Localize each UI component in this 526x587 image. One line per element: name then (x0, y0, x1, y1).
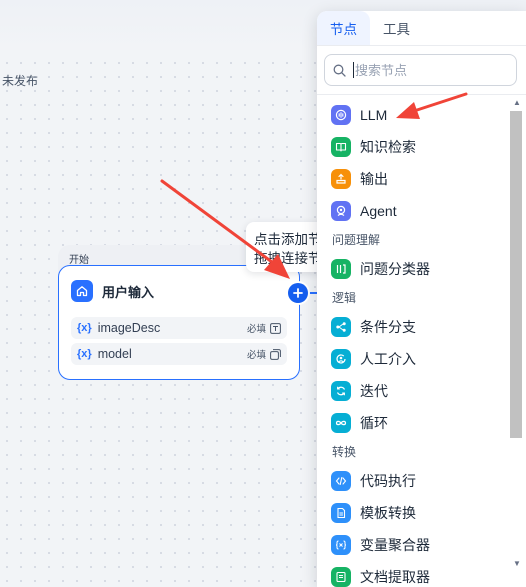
item-label: 迭代 (360, 383, 388, 399)
knowledge-icon (331, 137, 351, 157)
variable-row-imagedesc[interactable]: {x} imageDesc 必填 (71, 317, 287, 339)
scroll-up-arrow[interactable]: ▲ (513, 98, 521, 107)
node-item-llm[interactable]: LLM (331, 103, 387, 127)
node-item-template[interactable]: 模板转换 (331, 501, 416, 525)
loop-icon (331, 413, 351, 433)
variable-icon: {x} (77, 322, 92, 334)
plus-icon (293, 288, 303, 298)
select-icon (270, 348, 281, 360)
aggregator-icon (331, 535, 351, 555)
item-label: 循环 (360, 415, 388, 431)
variable-icon: {x} (77, 348, 92, 360)
node-item-aggregator[interactable]: 变量聚合器 (331, 533, 430, 557)
item-label: 输出 (360, 171, 388, 187)
llm-icon (331, 105, 351, 125)
output-icon (331, 169, 351, 189)
search-icon (333, 64, 346, 77)
scrollbar-thumb[interactable] (510, 111, 522, 438)
item-label: Agent (360, 203, 397, 219)
publish-status: 未发布 (2, 74, 39, 88)
node-type-label: 开始 (69, 255, 89, 266)
group-label-transform: 转换 (332, 445, 357, 459)
node-header: 用户输入 (71, 280, 154, 302)
item-label: 变量聚合器 (360, 537, 430, 553)
node-item-classifier[interactable]: 问题分类器 (331, 257, 430, 281)
group-label-understanding: 问题理解 (332, 233, 381, 247)
group-label-logic: 逻辑 (332, 291, 357, 305)
variable-name: imageDesc (97, 321, 161, 335)
tab-nodes[interactable]: 节点 (317, 11, 370, 46)
panel-tabs: 节点 工具 (317, 11, 526, 46)
node-selector-panel: 节点 工具 LLM 知识检索 输出 Agent 问题理解 (317, 11, 526, 587)
node-item-doc-extract[interactable]: 文档提取器 (331, 565, 430, 587)
item-label: LLM (360, 107, 388, 123)
search-box[interactable] (324, 54, 517, 86)
search-input[interactable] (353, 62, 503, 78)
item-label: 条件分支 (360, 319, 416, 335)
required-label: 必填 (246, 350, 266, 361)
tab-tools[interactable]: 工具 (370, 11, 423, 46)
template-icon (331, 503, 351, 523)
variable-name: model (97, 347, 132, 361)
branch-icon (331, 317, 351, 337)
node-item-knowledge[interactable]: 知识检索 (331, 135, 416, 159)
list-divider (317, 94, 526, 95)
iteration-icon (331, 381, 351, 401)
node-item-code[interactable]: 代码执行 (331, 469, 416, 493)
node-title: 用户输入 (102, 284, 155, 300)
home-icon (71, 280, 93, 302)
human-icon (331, 349, 351, 369)
required-label: 必填 (246, 324, 266, 335)
item-label: 模板转换 (360, 505, 416, 521)
variable-row-model[interactable]: {x} model 必填 (71, 343, 287, 365)
start-node-card[interactable]: 用户输入 {x} imageDesc 必填 {x} model 必填 (58, 265, 300, 380)
doc-extract-icon (331, 567, 351, 587)
add-node-button[interactable] (288, 283, 308, 303)
item-label: 问题分类器 (360, 261, 430, 277)
scroll-down-arrow[interactable]: ▼ (513, 559, 521, 568)
item-label: 文档提取器 (360, 569, 430, 585)
node-item-branch[interactable]: 条件分支 (331, 315, 416, 339)
tabs-divider (317, 45, 526, 46)
node-item-loop[interactable]: 循环 (331, 411, 388, 435)
add-node-tooltip: 点击添加节点 拖拽连接节点 (246, 222, 328, 272)
node-item-human[interactable]: 人工介入 (331, 347, 416, 371)
classifier-icon (331, 259, 351, 279)
item-label: 知识检索 (360, 139, 416, 155)
item-label: 人工介入 (360, 351, 416, 367)
text-field-icon (270, 322, 281, 334)
agent-icon (331, 201, 351, 221)
node-item-output[interactable]: 输出 (331, 167, 388, 191)
node-item-iteration[interactable]: 迭代 (331, 379, 388, 403)
item-label: 代码执行 (360, 473, 416, 489)
node-item-agent[interactable]: Agent (331, 199, 397, 223)
code-icon (331, 471, 351, 491)
